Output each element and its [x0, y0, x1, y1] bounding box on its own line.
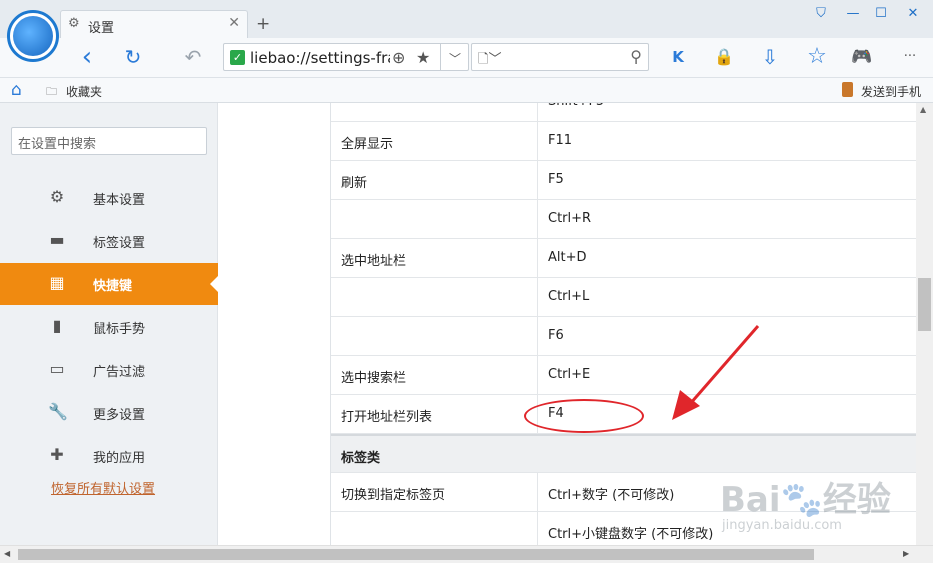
- address-url[interactable]: liebao://settings-frame: [250, 49, 390, 67]
- key-cell[interactable]: F5: [537, 161, 916, 200]
- gear-icon: ⚙: [49, 187, 65, 206]
- new-tab-button[interactable]: +: [256, 14, 270, 34]
- sidebar-item-more-settings[interactable]: 🔧 更多设置: [0, 392, 218, 434]
- settings-search-input[interactable]: 在设置中搜索: [11, 127, 207, 155]
- key-cell[interactable]: Ctrl+R: [537, 200, 916, 239]
- phone-icon: [842, 82, 853, 97]
- search-box[interactable]: 🗋﹀ ⚲: [471, 43, 649, 71]
- annotation-arrow: [672, 325, 760, 420]
- table-row: Shift+F5: [331, 103, 916, 122]
- navigation-bar: ‹ ↻ ↶ ✓ liebao://settings-frame ⊕ ★ ﹀ 🗋﹀…: [0, 38, 933, 78]
- mouse-icon: ▮: [52, 316, 62, 335]
- grid-icon: ▦: [49, 273, 65, 292]
- sidebar-item-my-apps[interactable]: ✚ 我的应用: [0, 435, 218, 477]
- star-icon[interactable]: ☆: [803, 44, 831, 70]
- download-icon[interactable]: ⇩: [756, 44, 784, 70]
- folder-icon: 🗀: [46, 85, 57, 98]
- sidebar-item-shortcuts[interactable]: ▦ 快捷键: [0, 263, 218, 305]
- sidebar-item-tabs[interactable]: ▬ 标签设置: [0, 220, 218, 262]
- tab-icon: ▬: [49, 230, 65, 249]
- baidu-watermark: Bai🐾经验 jingyan.baidu.com: [712, 462, 902, 542]
- sidebar-item-label: 快捷键: [93, 279, 133, 294]
- more-icon[interactable]: ···: [896, 44, 924, 70]
- watermark-brand: Bai🐾经验: [720, 480, 891, 520]
- table-row: F6: [331, 317, 916, 356]
- tab-close-button[interactable]: ✕: [228, 15, 240, 31]
- address-bar[interactable]: ✓ liebao://settings-frame ⊕ ★ ﹀: [223, 43, 469, 71]
- sidebar-item-label: 基本设置: [93, 193, 146, 208]
- horizontal-scroll-thumb[interactable]: [18, 549, 814, 560]
- maximize-button[interactable]: ☐: [870, 6, 892, 24]
- settings-sidebar: 在设置中搜索 ⚙ 基本设置 ▬ 标签设置 ▦ 快捷键 ▮ 鼠标手势 ▭ 广告过滤…: [0, 103, 218, 545]
- reload-icon[interactable]: ↻: [119, 44, 147, 70]
- table-row: 刷新 F5: [331, 161, 916, 200]
- skin-icon[interactable]: ⛉: [810, 6, 832, 24]
- window-icon: ▭: [49, 359, 65, 378]
- restore-defaults-link[interactable]: 恢复所有默认设置: [51, 478, 155, 497]
- extension-icon[interactable]: ⊕: [392, 48, 405, 67]
- home-icon[interactable]: ⌂: [11, 80, 22, 100]
- table-row: 全屏显示 F11: [331, 122, 916, 161]
- send-to-phone-link[interactable]: 发送到手机: [861, 83, 921, 100]
- sidebar-item-label: 广告过滤: [93, 365, 146, 380]
- action-cell: 刷新: [341, 176, 368, 191]
- table-row: Ctrl+R: [331, 200, 916, 239]
- scroll-left-icon[interactable]: ◀: [4, 549, 10, 558]
- annotation-ellipse: [524, 399, 644, 433]
- bookmark-bar: ⌂ 🗀 收藏夹 发送到手机: [0, 78, 933, 103]
- gamepad-icon[interactable]: 🎮: [848, 44, 876, 70]
- favorite-star-icon[interactable]: ★: [416, 48, 430, 67]
- close-window-button[interactable]: ✕: [902, 6, 924, 24]
- search-icon[interactable]: ⚲: [630, 47, 642, 66]
- table-row: 选中地址栏 Alt+D: [331, 239, 916, 278]
- undo-icon[interactable]: ↶: [179, 44, 207, 70]
- sidebar-item-label: 鼠标手势: [93, 322, 146, 337]
- key-cell[interactable]: Ctrl+L: [537, 278, 916, 317]
- browser-window: ⚙ 设置 ✕ + ⛉ — ☐ ✕ ‹ ↻ ↶ ✓ liebao://settin…: [0, 0, 933, 563]
- tab-title: 设置: [88, 21, 115, 36]
- table-row: Ctrl+L: [331, 278, 916, 317]
- minimize-button[interactable]: —: [842, 6, 864, 24]
- key-cell[interactable]: F11: [537, 122, 916, 161]
- vertical-scroll-thumb[interactable]: [918, 278, 931, 331]
- action-cell: 全屏显示: [341, 137, 394, 152]
- sidebar-item-label: 我的应用: [93, 451, 146, 466]
- gear-icon: ⚙: [68, 16, 80, 31]
- sidebar-item-basic[interactable]: ⚙ 基本设置: [0, 177, 218, 219]
- section-title: 标签类: [341, 451, 381, 466]
- table-row: 选中搜索栏 Ctrl+E: [331, 356, 916, 395]
- secure-check-icon: ✓: [230, 50, 245, 65]
- action-cell: 切换到指定标签页: [341, 488, 446, 503]
- sidebar-item-label: 标签设置: [93, 236, 146, 251]
- vertical-scrollbar[interactable]: ▲: [916, 103, 933, 545]
- key-cell[interactable]: Shift+F5: [537, 103, 916, 122]
- back-icon[interactable]: ‹: [73, 44, 101, 70]
- action-cell: 打开地址栏列表: [341, 410, 433, 425]
- sidebar-item-ad-filter[interactable]: ▭ 广告过滤: [0, 349, 218, 391]
- scroll-right-icon[interactable]: ▶: [903, 549, 909, 558]
- search-engine-icon[interactable]: 🗋﹀: [478, 48, 501, 72]
- chevron-down-icon[interactable]: ﹀: [449, 50, 461, 67]
- puzzle-icon: ✚: [50, 445, 64, 464]
- sidebar-item-label: 更多设置: [93, 408, 146, 423]
- title-bar: ⚙ 设置 ✕ + ⛉ — ☐ ✕: [0, 0, 933, 62]
- key-cell[interactable]: Alt+D: [537, 239, 916, 278]
- tab-settings[interactable]: ⚙ 设置 ✕: [60, 10, 248, 38]
- action-cell: 选中地址栏: [341, 254, 407, 269]
- favorites-link[interactable]: 收藏夹: [66, 83, 102, 100]
- horizontal-scrollbar[interactable]: ◀ ▶: [0, 545, 933, 563]
- liebao-logo-icon[interactable]: [7, 10, 59, 62]
- lock-icon[interactable]: 🔒: [710, 44, 738, 70]
- sidebar-item-mouse-gestures[interactable]: ▮ 鼠标手势: [0, 306, 218, 348]
- watermark-url: jingyan.baidu.com: [722, 518, 842, 533]
- scroll-up-icon[interactable]: ▲: [920, 105, 926, 114]
- wrench-icon: 🔧: [48, 402, 68, 421]
- action-cell: 选中搜索栏: [341, 371, 407, 386]
- shield-icon[interactable]: K: [664, 44, 692, 70]
